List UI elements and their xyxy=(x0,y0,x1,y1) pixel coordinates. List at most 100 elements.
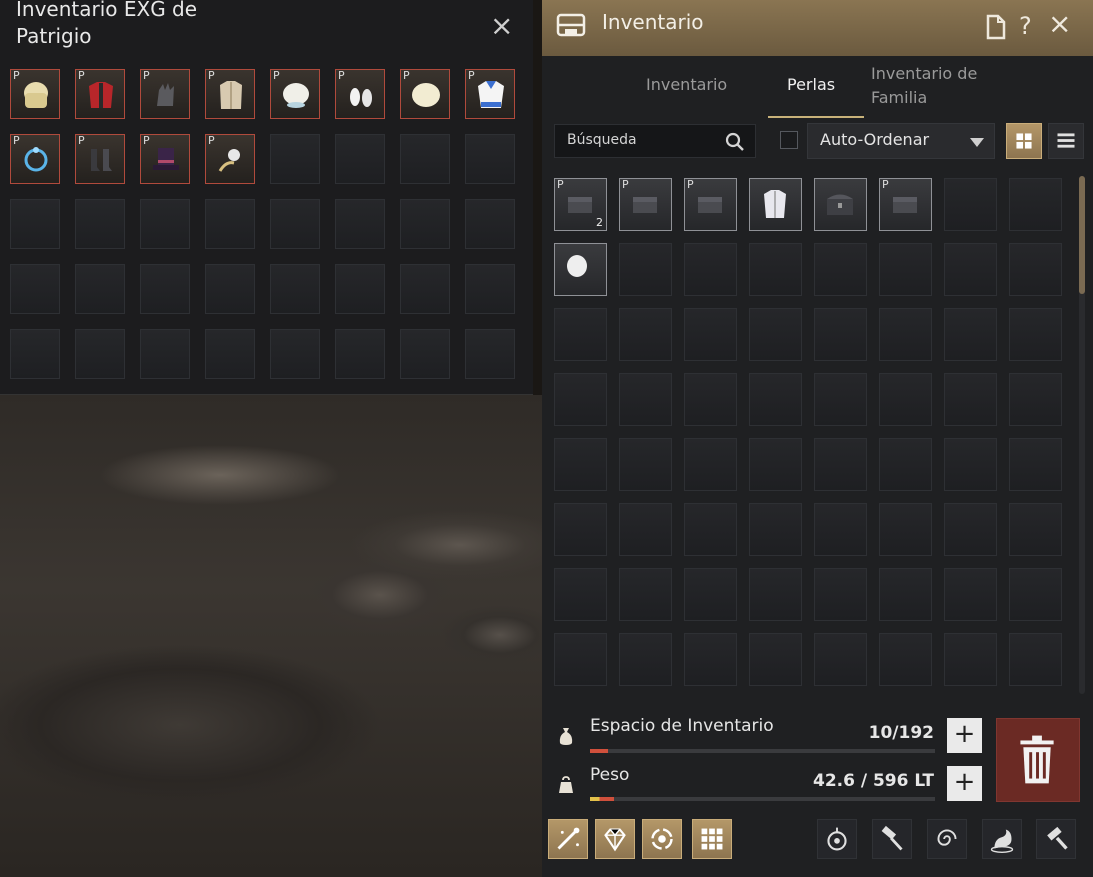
empty-slot[interactable] xyxy=(205,199,255,249)
inventory-item-slot[interactable]: P2 xyxy=(554,178,607,231)
expand-space-button[interactable]: + xyxy=(947,718,982,753)
empty-slot[interactable] xyxy=(684,633,737,686)
empty-slot[interactable] xyxy=(619,243,672,296)
scrollbar-thumb[interactable] xyxy=(1079,176,1085,294)
auto-sort-dropdown[interactable]: Auto-Ordenar xyxy=(807,123,995,159)
inventory-scrollbar[interactable] xyxy=(1079,176,1085,694)
empty-slot[interactable] xyxy=(944,243,997,296)
tab-inventario[interactable]: Inventario xyxy=(646,75,727,94)
empty-slot[interactable] xyxy=(335,199,385,249)
expand-weight-button[interactable]: + xyxy=(947,766,982,801)
empty-slot[interactable] xyxy=(749,568,802,621)
search-icon[interactable] xyxy=(725,132,745,152)
exg-item-slot[interactable]: P xyxy=(10,69,60,119)
list-view-button[interactable] xyxy=(1048,123,1084,159)
empty-slot[interactable] xyxy=(814,438,867,491)
exg-item-slot[interactable]: P xyxy=(140,134,190,184)
empty-slot[interactable] xyxy=(944,178,997,231)
exg-item-slot[interactable]: P xyxy=(465,69,515,119)
empty-slot[interactable] xyxy=(879,503,932,556)
exg-item-slot[interactable]: P xyxy=(205,69,255,119)
empty-slot[interactable] xyxy=(684,243,737,296)
grid-menu-button[interactable] xyxy=(692,819,732,859)
empty-slot[interactable] xyxy=(684,568,737,621)
empty-slot[interactable] xyxy=(814,308,867,361)
empty-slot[interactable] xyxy=(879,373,932,426)
empty-slot[interactable] xyxy=(749,503,802,556)
empty-slot[interactable] xyxy=(75,264,125,314)
empty-slot[interactable] xyxy=(400,264,450,314)
empty-slot[interactable] xyxy=(944,503,997,556)
empty-slot[interactable] xyxy=(619,633,672,686)
empty-slot[interactable] xyxy=(749,373,802,426)
empty-slot[interactable] xyxy=(944,568,997,621)
empty-slot[interactable] xyxy=(944,308,997,361)
lantern-button[interactable] xyxy=(817,819,857,859)
empty-slot[interactable] xyxy=(554,438,607,491)
empty-slot[interactable] xyxy=(465,134,515,184)
empty-slot[interactable] xyxy=(1009,178,1062,231)
anvil-button[interactable] xyxy=(1036,819,1076,859)
empty-slot[interactable] xyxy=(879,568,932,621)
empty-slot[interactable] xyxy=(140,329,190,379)
empty-slot[interactable] xyxy=(75,199,125,249)
empty-slot[interactable] xyxy=(814,568,867,621)
empty-slot[interactable] xyxy=(205,329,255,379)
empty-slot[interactable] xyxy=(140,199,190,249)
empty-slot[interactable] xyxy=(335,264,385,314)
empty-slot[interactable] xyxy=(944,438,997,491)
empty-slot[interactable] xyxy=(400,199,450,249)
empty-slot[interactable] xyxy=(879,438,932,491)
empty-slot[interactable] xyxy=(619,308,672,361)
dragon-button[interactable] xyxy=(982,819,1022,859)
empty-slot[interactable] xyxy=(684,308,737,361)
empty-slot[interactable] xyxy=(749,633,802,686)
empty-slot[interactable] xyxy=(1009,373,1062,426)
empty-slot[interactable] xyxy=(554,633,607,686)
empty-slot[interactable] xyxy=(1009,633,1062,686)
exg-item-slot[interactable]: P xyxy=(335,69,385,119)
empty-slot[interactable] xyxy=(465,264,515,314)
gem-button[interactable] xyxy=(595,819,635,859)
empty-slot[interactable] xyxy=(814,243,867,296)
empty-slot[interactable] xyxy=(1009,568,1062,621)
empty-slot[interactable] xyxy=(270,329,320,379)
empty-slot[interactable] xyxy=(270,264,320,314)
empty-slot[interactable] xyxy=(554,308,607,361)
exg-item-slot[interactable]: P xyxy=(270,69,320,119)
hammer-button[interactable] xyxy=(872,819,912,859)
empty-slot[interactable] xyxy=(10,199,60,249)
swirl-button[interactable] xyxy=(642,819,682,859)
empty-slot[interactable] xyxy=(205,264,255,314)
empty-slot[interactable] xyxy=(465,199,515,249)
empty-slot[interactable] xyxy=(944,373,997,426)
close-icon[interactable]: × xyxy=(490,12,513,40)
empty-slot[interactable] xyxy=(944,633,997,686)
search-field[interactable] xyxy=(554,124,756,158)
spiral-button[interactable] xyxy=(927,819,967,859)
empty-slot[interactable] xyxy=(619,568,672,621)
empty-slot[interactable] xyxy=(335,329,385,379)
inventory-item-slot[interactable] xyxy=(749,178,802,231)
empty-slot[interactable] xyxy=(335,134,385,184)
empty-slot[interactable] xyxy=(140,264,190,314)
tab-perlas[interactable]: Perlas xyxy=(787,75,835,94)
empty-slot[interactable] xyxy=(465,329,515,379)
empty-slot[interactable] xyxy=(400,134,450,184)
exg-item-slot[interactable]: P xyxy=(205,134,255,184)
help-icon[interactable]: ? xyxy=(1019,12,1032,40)
exg-item-slot[interactable]: P xyxy=(75,134,125,184)
empty-slot[interactable] xyxy=(879,308,932,361)
empty-slot[interactable] xyxy=(619,373,672,426)
inventory-item-slot[interactable]: P xyxy=(619,178,672,231)
empty-slot[interactable] xyxy=(814,373,867,426)
empty-slot[interactable] xyxy=(554,568,607,621)
empty-slot[interactable] xyxy=(10,329,60,379)
empty-slot[interactable] xyxy=(270,199,320,249)
empty-slot[interactable] xyxy=(684,503,737,556)
empty-slot[interactable] xyxy=(814,633,867,686)
search-input[interactable] xyxy=(565,131,719,149)
empty-slot[interactable] xyxy=(684,438,737,491)
empty-slot[interactable] xyxy=(1009,243,1062,296)
grid-view-button[interactable] xyxy=(1006,123,1042,159)
